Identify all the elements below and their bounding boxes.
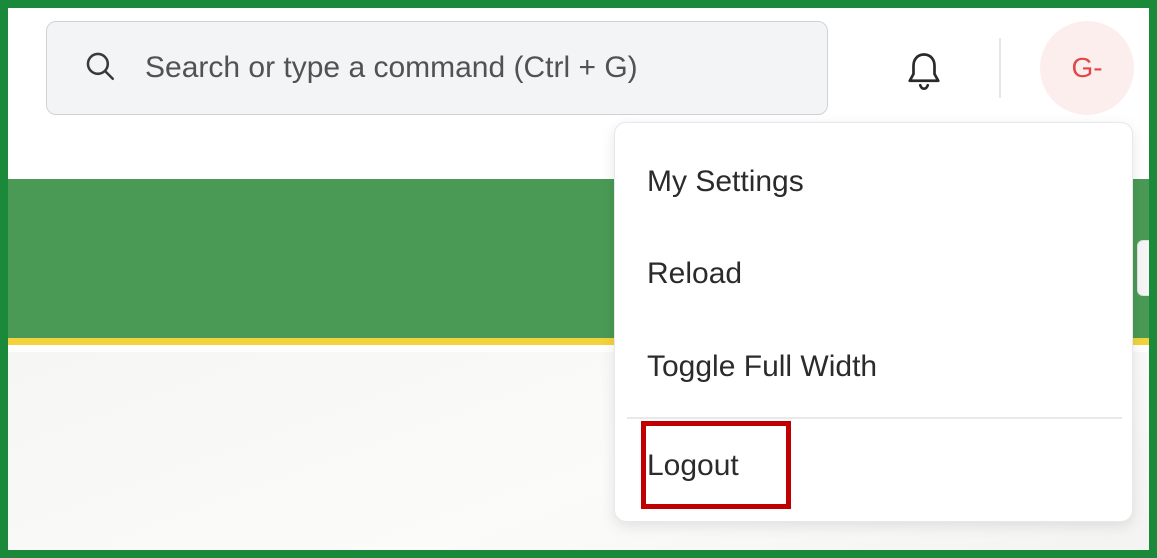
logout-highlight-box: [641, 421, 791, 509]
bell-icon: [906, 53, 942, 96]
user-dropdown-menu: My Settings Reload Toggle Full Width Log…: [614, 122, 1133, 522]
search-icon: [83, 49, 117, 88]
user-avatar[interactable]: G-: [1040, 21, 1134, 115]
menu-separator: [627, 417, 1122, 419]
search-input[interactable]: [145, 51, 785, 85]
menu-item-toggle-full-width[interactable]: Toggle Full Width: [647, 352, 877, 382]
screenshot-frame: G- My Settings Reload Toggle Full Width …: [0, 0, 1157, 558]
navbar-divider: [999, 38, 1001, 98]
avatar-initials: G-: [1071, 52, 1103, 83]
top-navbar: G-: [8, 8, 1149, 134]
menu-item-my-settings[interactable]: My Settings: [647, 167, 804, 197]
menu-item-reload[interactable]: Reload: [647, 259, 742, 289]
notifications-button[interactable]: [906, 50, 942, 92]
search-bar[interactable]: [46, 21, 828, 115]
banner-edge-control: [1137, 240, 1149, 296]
